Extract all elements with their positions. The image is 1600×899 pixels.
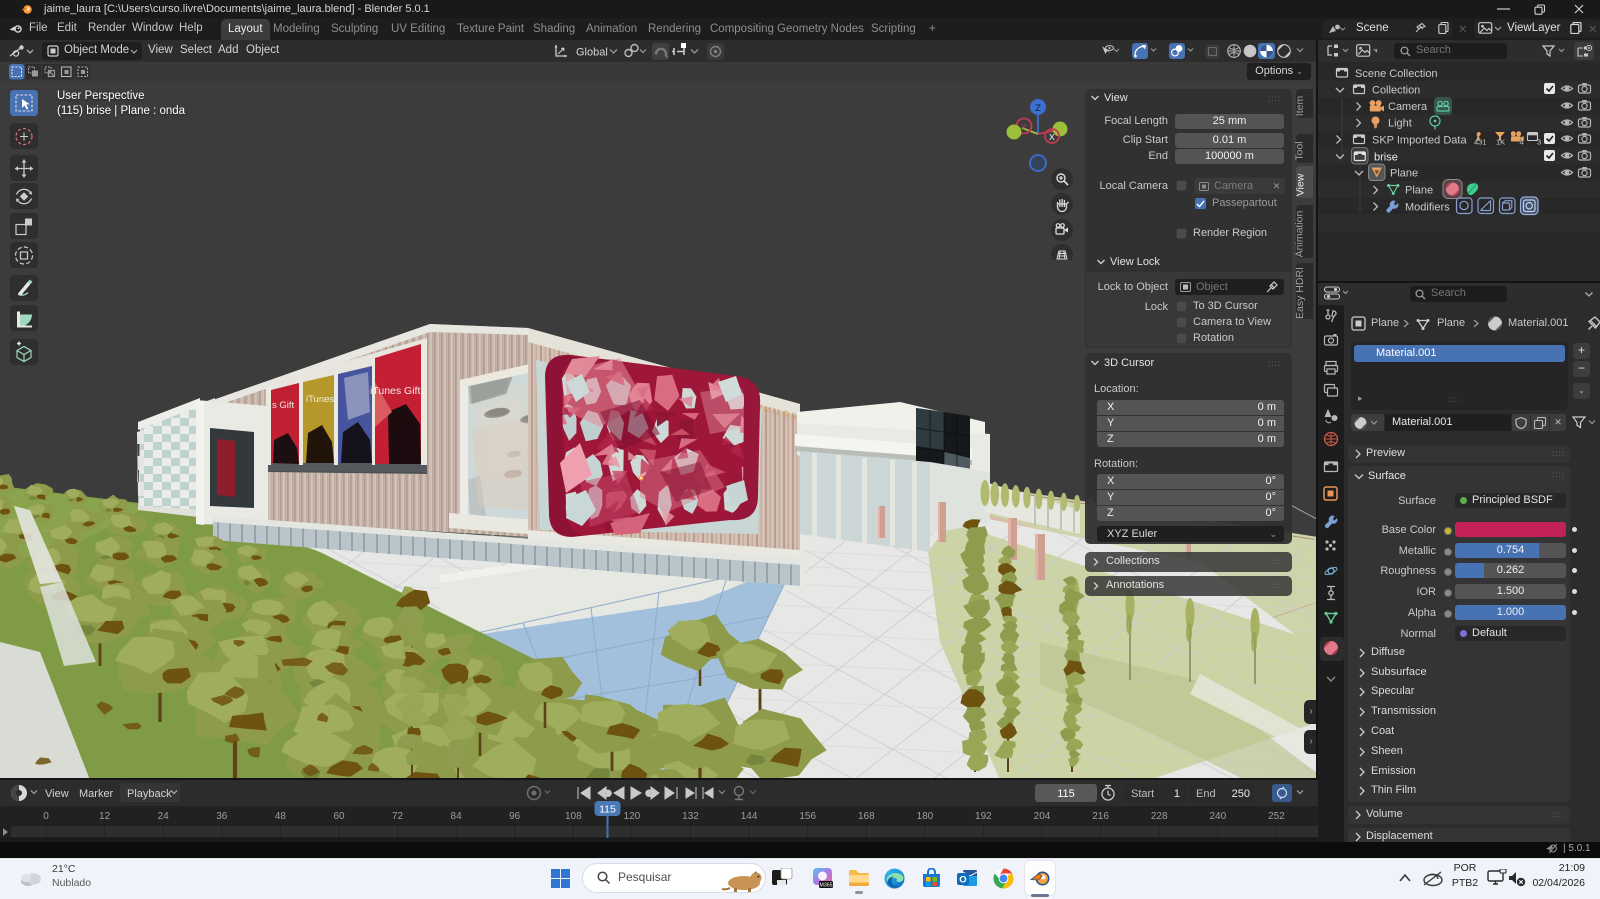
svg-text:132: 132 bbox=[682, 811, 699, 822]
svg-text:Light: Light bbox=[1388, 118, 1412, 130]
svg-text:End: End bbox=[1196, 788, 1216, 800]
svg-text:brise: brise bbox=[1374, 152, 1398, 164]
svg-text:Plane: Plane bbox=[1405, 185, 1433, 197]
svg-text:228: 228 bbox=[1151, 811, 1168, 822]
svg-text:View: View bbox=[45, 788, 69, 800]
svg-text:120: 120 bbox=[624, 811, 641, 822]
svg-text:0: 0 bbox=[43, 811, 49, 822]
svg-text:168: 168 bbox=[858, 811, 875, 822]
svg-text:240: 240 bbox=[1209, 811, 1226, 822]
svg-text:84: 84 bbox=[451, 811, 463, 822]
svg-text:192: 192 bbox=[975, 811, 992, 822]
svg-text:216: 216 bbox=[1092, 811, 1109, 822]
svg-text:115: 115 bbox=[599, 804, 616, 816]
svg-text:1: 1 bbox=[1174, 788, 1180, 800]
svg-text:Modifiers: Modifiers bbox=[1405, 202, 1450, 214]
svg-text:Y: Y bbox=[1021, 122, 1027, 132]
svg-text:X: X bbox=[1049, 132, 1055, 142]
svg-text:Scene Collection: Scene Collection bbox=[1355, 68, 1438, 80]
svg-text:1K: 1K bbox=[1496, 138, 1505, 147]
svg-text:180: 180 bbox=[917, 811, 934, 822]
svg-text:M365: M365 bbox=[820, 883, 833, 889]
svg-text:204: 204 bbox=[1034, 811, 1051, 822]
svg-text:s Gift: s Gift bbox=[272, 400, 295, 411]
svg-text:Collection: Collection bbox=[1372, 85, 1420, 97]
svg-text:O: O bbox=[959, 875, 966, 886]
svg-text:431: 431 bbox=[1474, 138, 1487, 147]
svg-text:156: 156 bbox=[799, 811, 816, 822]
svg-text:144: 144 bbox=[741, 811, 758, 822]
svg-text:Global: Global bbox=[576, 47, 608, 59]
svg-text:108: 108 bbox=[565, 811, 582, 822]
svg-text:Marker: Marker bbox=[79, 788, 114, 800]
svg-text:4: 4 bbox=[1520, 138, 1524, 147]
svg-text:250: 250 bbox=[1232, 788, 1250, 800]
svg-text:3: 3 bbox=[1537, 138, 1541, 147]
svg-text:115: 115 bbox=[1057, 788, 1075, 800]
svg-text:36: 36 bbox=[216, 811, 228, 822]
svg-text:96: 96 bbox=[509, 811, 521, 822]
svg-text:12: 12 bbox=[99, 811, 111, 822]
svg-text:72: 72 bbox=[392, 811, 404, 822]
svg-text:SKP Imported Data: SKP Imported Data bbox=[1372, 135, 1467, 147]
svg-text:24: 24 bbox=[158, 811, 170, 822]
svg-text:252: 252 bbox=[1268, 811, 1285, 822]
svg-text:48: 48 bbox=[275, 811, 287, 822]
svg-text:Plane: Plane bbox=[1390, 168, 1418, 180]
svg-text:Playback: Playback bbox=[127, 788, 172, 800]
svg-text:Start: Start bbox=[1131, 788, 1154, 800]
svg-text:Z: Z bbox=[1035, 103, 1041, 114]
svg-text:60: 60 bbox=[333, 811, 345, 822]
svg-text:Camera: Camera bbox=[1388, 101, 1428, 113]
svg-text:iTunes Gift: iTunes Gift bbox=[370, 385, 420, 397]
